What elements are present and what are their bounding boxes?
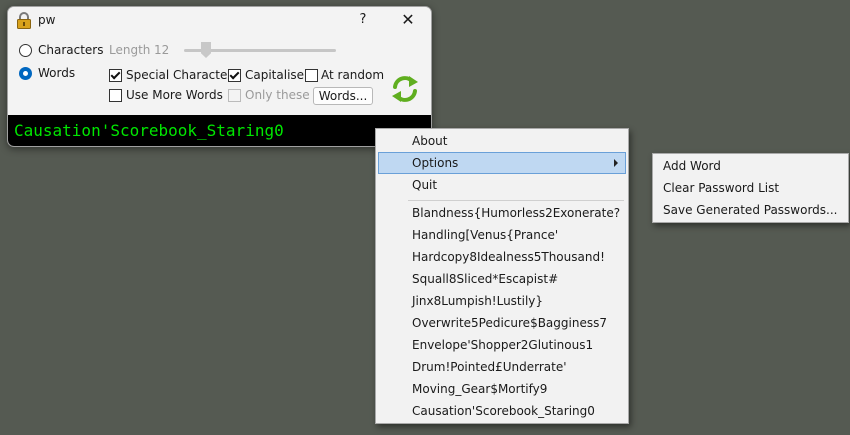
special-characters-label[interactable]: Special Characters	[126, 68, 239, 82]
use-more-words-checkbox[interactable]	[109, 89, 122, 102]
refresh-icon[interactable]	[391, 75, 419, 103]
history-item[interactable]: Causation'Scorebook_Staring0	[378, 400, 626, 422]
menu-separator	[408, 200, 624, 201]
menu-item-quit[interactable]: Quit	[378, 174, 626, 196]
menu-item-clear-password-list[interactable]: Clear Password List	[655, 177, 846, 199]
menu-item-about[interactable]: About	[378, 130, 626, 152]
history-item[interactable]: Squall8Sliced*Escapist#	[378, 268, 626, 290]
help-button[interactable]: ?	[356, 10, 370, 30]
words-button[interactable]: Words...	[313, 87, 373, 105]
only-these-label: Only these	[245, 88, 310, 102]
characters-label[interactable]: Characters	[38, 43, 104, 57]
history-item[interactable]: Moving_Gear$Mortify9	[378, 378, 626, 400]
context-menu: About Options Quit Blandness{Humorless2E…	[375, 128, 629, 424]
title-bar[interactable]: pw ? ✕	[8, 7, 431, 35]
words-radio[interactable]	[19, 67, 32, 80]
history-item[interactable]: Overwrite5Pedicure$Bagginess7	[378, 312, 626, 334]
menu-item-save-generated-passwords[interactable]: Save Generated Passwords...	[655, 199, 846, 221]
history-item[interactable]: Blandness{Humorless2Exonerate?	[378, 202, 626, 224]
capitalise-label[interactable]: Capitalise	[245, 68, 304, 82]
length-label: Length	[109, 43, 151, 57]
submenu-arrow-icon	[614, 159, 618, 167]
special-characters-checkbox[interactable]	[109, 69, 122, 82]
padlock-icon	[17, 12, 31, 29]
history-item[interactable]: Hardcopy8Idealness5Thousand!	[378, 246, 626, 268]
close-button[interactable]: ✕	[398, 10, 418, 30]
characters-radio[interactable]	[19, 44, 32, 57]
at-random-label[interactable]: At random	[321, 68, 384, 82]
window-title: pw	[38, 13, 56, 27]
menu-item-options-label: Options	[412, 156, 459, 170]
at-random-checkbox[interactable]	[305, 69, 318, 82]
app-window: pw ? ✕ Characters Words Length 12 Specia…	[7, 6, 432, 147]
history-item[interactable]: Jinx8Lumpish!Lustily}	[378, 290, 626, 312]
history-item[interactable]: Handling[Venus{Prance'	[378, 224, 626, 246]
history-item[interactable]: Drum!Pointed£Underrate'	[378, 356, 626, 378]
only-these-checkbox	[228, 89, 241, 102]
options-submenu: Add Word Clear Password List Save Genera…	[652, 153, 849, 223]
length-slider-thumb[interactable]	[201, 42, 211, 58]
password-display[interactable]: Causation'Scorebook_Staring0	[8, 115, 431, 146]
capitalise-checkbox[interactable]	[228, 69, 241, 82]
menu-item-options[interactable]: Options	[378, 152, 626, 174]
history-item[interactable]: Envelope'Shopper2Glutinous1	[378, 334, 626, 356]
length-value: 12	[154, 43, 170, 57]
menu-item-add-word[interactable]: Add Word	[655, 155, 846, 177]
use-more-words-label[interactable]: Use More Words	[126, 88, 223, 102]
words-label[interactable]: Words	[38, 66, 75, 80]
